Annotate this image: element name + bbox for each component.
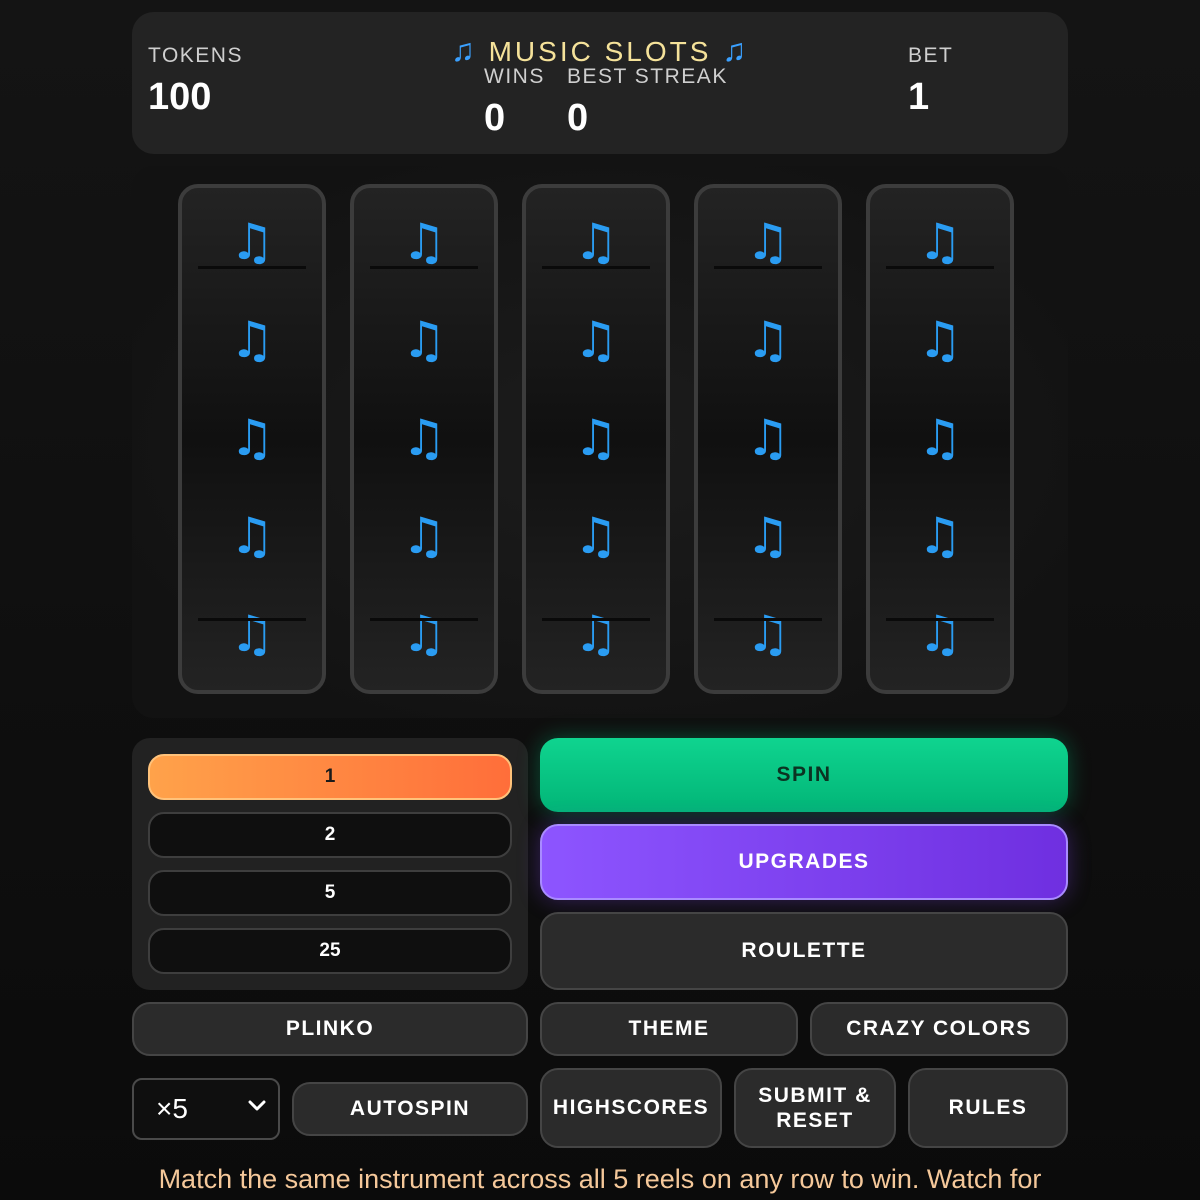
instructions-text: Match the same instrument across all 5 r… [158, 1164, 1042, 1194]
music-note-icon: ♫ [401, 507, 447, 565]
slot-machine: ♫ ♫ ♫ ♫ ♫ ♫ ♫ ♫ ♫ ♫ ♫ ♫ ♫ ♫ ♫ ♫ ♫ ♫ ♫ ♫ ♫ ♫ ♫ ♫ ♫ [132, 166, 1068, 718]
reel-1: ♫ ♫ ♫ ♫ ♫ [178, 184, 326, 694]
music-note-icon: ♫ [229, 605, 275, 663]
music-note-icon: ♫ [745, 213, 791, 271]
rules-button[interactable]: RULES [908, 1068, 1068, 1148]
music-note-icon: ♫ [745, 605, 791, 663]
tokens-label: TOKENS [148, 44, 243, 67]
music-note-icon: ♫ [229, 213, 275, 271]
plinko-button[interactable]: PLINKO [132, 1002, 528, 1056]
highscores-button[interactable]: HIGHSCORES [540, 1068, 722, 1148]
chevron-down-icon [248, 1100, 266, 1111]
music-note-icon: ♫ [917, 311, 963, 369]
title-text: MUSIC SLOTS [488, 36, 712, 67]
music-note-icon: ♫ [229, 409, 275, 467]
submit-reset-button[interactable]: SUBMIT & RESET [734, 1068, 896, 1148]
music-note-icon: ♫ [573, 507, 619, 565]
roulette-button[interactable]: ROULETTE [540, 912, 1068, 990]
music-note-icon: ♫ [745, 507, 791, 565]
payline [198, 266, 306, 269]
music-note-icon: ♫ [573, 213, 619, 271]
bet-option-1[interactable]: 1 [148, 754, 512, 800]
autospin-count-select[interactable]: ×5 [132, 1078, 280, 1140]
music-note-icon: ♫ [450, 32, 478, 68]
music-note-icon: ♫ [573, 311, 619, 369]
bet-option-5[interactable]: 5 [148, 870, 512, 916]
music-note-icon: ♫ [917, 213, 963, 271]
music-note-icon: ♫ [229, 507, 275, 565]
theme-button[interactable]: THEME [540, 1002, 798, 1056]
payline [714, 266, 822, 269]
bet-label: BET [908, 44, 954, 67]
reel-5: ♫ ♫ ♫ ♫ ♫ [866, 184, 1014, 694]
music-note-icon: ♫ [917, 605, 963, 663]
crazy-colors-button[interactable]: CRAZY COLORS [810, 1002, 1068, 1056]
bet-value: 1 [908, 76, 930, 118]
payline [370, 618, 478, 621]
best-streak-label: BEST STREAK [567, 65, 728, 88]
reel-2: ♫ ♫ ♫ ♫ ♫ [350, 184, 498, 694]
music-note-icon: ♫ [917, 409, 963, 467]
music-note-icon: ♫ [401, 213, 447, 271]
bet-option-2[interactable]: 2 [148, 812, 512, 858]
autospin-button[interactable]: AUTOSPIN [292, 1082, 528, 1136]
best-streak-value: 0 [567, 97, 589, 139]
music-note-icon: ♫ [745, 311, 791, 369]
bet-selector: 1 2 5 25 [132, 738, 528, 990]
wins-value: 0 [484, 97, 506, 139]
payline [198, 618, 306, 621]
tokens-value: 100 [148, 76, 212, 118]
music-note-icon: ♫ [401, 605, 447, 663]
music-note-icon: ♫ [401, 311, 447, 369]
music-note-icon: ♫ [745, 409, 791, 467]
payline [886, 618, 994, 621]
payline [542, 266, 650, 269]
music-note-icon: ♫ [401, 409, 447, 467]
autospin-count-value: ×5 [156, 1093, 188, 1124]
payline [370, 266, 478, 269]
scoreboard: ♫ MUSIC SLOTS ♫ TOKENS 100 WINS 0 BEST S… [132, 12, 1068, 154]
music-note-icon: ♫ [917, 507, 963, 565]
music-note-icon: ♫ [722, 32, 750, 68]
reel-4: ♫ ♫ ♫ ♫ ♫ [694, 184, 842, 694]
payline [886, 266, 994, 269]
reel-3: ♫ ♫ ♫ ♫ ♫ [522, 184, 670, 694]
upgrades-button[interactable]: UPGRADES [540, 824, 1068, 900]
payline [542, 618, 650, 621]
music-note-icon: ♫ [573, 409, 619, 467]
music-note-icon: ♫ [229, 311, 275, 369]
music-note-icon: ♫ [573, 605, 619, 663]
wins-label: WINS [484, 65, 545, 88]
bet-option-25[interactable]: 25 [148, 928, 512, 974]
payline [714, 618, 822, 621]
spin-button[interactable]: SPIN [540, 738, 1068, 812]
